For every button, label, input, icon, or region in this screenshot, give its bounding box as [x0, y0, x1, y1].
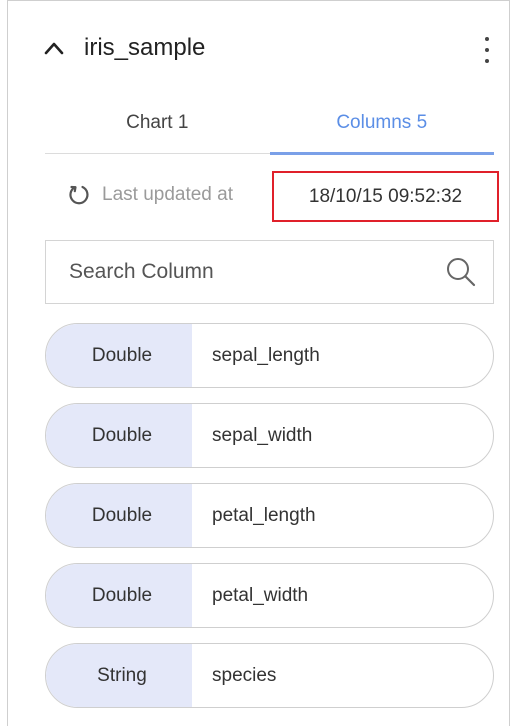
- column-list: Double sepal_length Double sepal_width D…: [45, 323, 494, 723]
- column-item[interactable]: String species: [45, 643, 494, 708]
- search-box: [45, 240, 494, 304]
- panel-header: iris_sample: [8, 1, 509, 93]
- dataset-title: iris_sample: [84, 34, 206, 61]
- search-input[interactable]: [46, 240, 445, 304]
- column-name: sepal_length: [212, 344, 320, 366]
- column-name: species: [212, 664, 277, 686]
- column-type-badge: Double: [46, 324, 192, 387]
- dataset-panel: iris_sample Chart 1 Columns 5 Last updat…: [7, 0, 510, 726]
- last-updated-label: Last updated at: [102, 184, 233, 205]
- tab-columns[interactable]: Columns 5: [269, 93, 495, 155]
- column-type-badge: Double: [46, 404, 192, 467]
- column-name: petal_width: [212, 584, 309, 606]
- column-type-badge: Double: [46, 564, 192, 627]
- timestamp-value: 18/10/15 09:52:32: [308, 185, 463, 207]
- chevron-up-icon[interactable]: [41, 35, 67, 61]
- column-name: sepal_width: [212, 424, 313, 446]
- tab-chart[interactable]: Chart 1: [45, 93, 270, 153]
- column-item[interactable]: Double sepal_length: [45, 323, 494, 388]
- column-type-badge: String: [46, 644, 192, 707]
- column-type-badge: Double: [46, 484, 192, 547]
- last-updated: Last updated at: [68, 179, 233, 211]
- more-vertical-icon[interactable]: [477, 33, 497, 67]
- column-item[interactable]: Double petal_width: [45, 563, 494, 628]
- refresh-icon[interactable]: [68, 184, 90, 206]
- tab-bar: Chart 1 Columns 5: [45, 93, 495, 155]
- column-item[interactable]: Double petal_length: [45, 483, 494, 548]
- column-name: petal_length: [212, 504, 316, 526]
- search-icon[interactable]: [445, 256, 477, 288]
- last-updated-timestamp: 18/10/15 09:52:32: [272, 171, 499, 222]
- column-item[interactable]: Double sepal_width: [45, 403, 494, 468]
